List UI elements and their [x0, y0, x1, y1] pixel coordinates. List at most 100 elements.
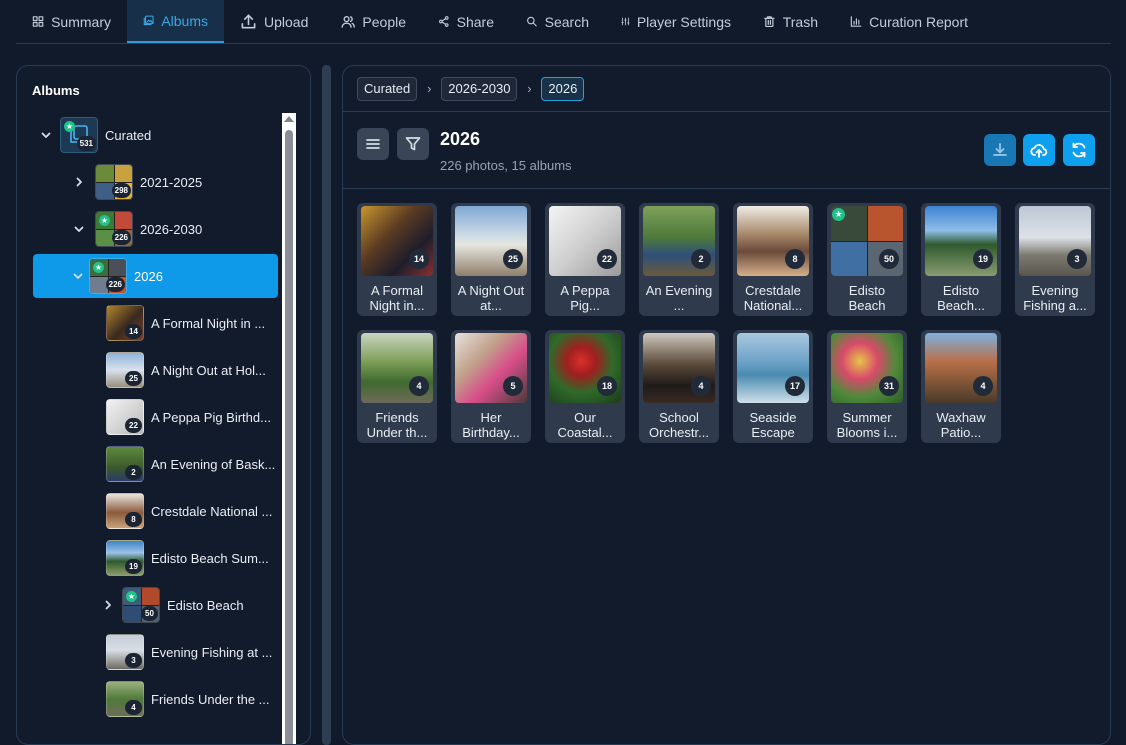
cloud-upload-icon	[1030, 144, 1048, 158]
chevron-right-icon[interactable]	[101, 598, 115, 612]
photo-count-badge: 226	[111, 230, 131, 245]
nav-label: Search	[544, 13, 589, 30]
upload-button[interactable]	[1023, 134, 1055, 166]
panel-resize-handle[interactable]	[322, 65, 331, 745]
album-card[interactable]: 3 Evening Fishing a...	[1015, 203, 1095, 316]
tree-item-2026-2030[interactable]: ★ 226 2026-2030	[72, 207, 279, 251]
chevron-down-icon[interactable]	[72, 222, 86, 236]
album-card-title: Seaside Escape	[749, 410, 797, 440]
album-card-title: Her Birthday...	[462, 410, 520, 440]
tree-item-curated[interactable]: ★ 531 Curated	[39, 113, 279, 157]
album-header: 2026 226 photos, 15 albums	[343, 112, 1110, 189]
album-thumbnail: ★ 226	[95, 211, 133, 247]
download-button[interactable]	[984, 134, 1016, 166]
tree-item-album[interactable]: 19 Edisto Beach Sum...	[106, 536, 279, 580]
bar-chart-icon	[850, 16, 862, 27]
chevron-right-icon: ›	[527, 81, 532, 96]
photo-count-badge: 3	[1067, 249, 1087, 269]
menu-button[interactable]	[357, 128, 389, 160]
tree-item-label: A Formal Night in ...	[151, 315, 266, 331]
chevron-down-icon[interactable]	[71, 269, 85, 283]
tree-item-label: 2021-2025	[140, 174, 203, 190]
breadcrumb-item[interactable]: Curated	[357, 76, 418, 101]
album-card[interactable]: 8 Crestdale National...	[733, 203, 813, 316]
album-card[interactable]: 4 Friends Under th...	[357, 330, 437, 443]
album-content-panel: Curated › 2026-2030 › 2026 2026 226 phot…	[342, 65, 1111, 745]
tree-item-album[interactable]: 14 A Formal Night in ...	[106, 301, 279, 345]
tree-item-edisto-beach[interactable]: ★ 50 Edisto Beach	[101, 583, 279, 627]
tree-item-album[interactable]: 3 Evening Fishing at ...	[106, 630, 279, 674]
breadcrumb-current[interactable]: 2026	[541, 76, 585, 101]
upload-icon	[241, 14, 256, 29]
album-thumbnail: 19	[106, 540, 144, 576]
album-thumbnail: 2	[106, 446, 144, 482]
breadcrumb: Curated › 2026-2030 › 2026	[343, 66, 1110, 112]
tree-scrollbar-thumb[interactable]	[285, 130, 293, 744]
download-icon	[993, 143, 1007, 156]
album-thumbnail: ★ 50	[122, 587, 160, 623]
album-card[interactable]: 2 An Evening ...	[639, 203, 719, 316]
album-thumbnail: 298	[95, 164, 133, 200]
tree-item-album[interactable]: 4 Friends Under the ...	[106, 677, 279, 721]
photo-count-badge: 531	[76, 136, 96, 151]
nav-share[interactable]: Share	[422, 0, 510, 43]
hamburger-icon	[366, 139, 380, 149]
photo-count-badge: 19	[973, 249, 993, 269]
refresh-button[interactable]	[1063, 134, 1095, 166]
search-icon	[527, 16, 537, 27]
scroll-up-arrow-icon[interactable]	[284, 116, 294, 122]
photo-count-badge: 31	[879, 376, 899, 396]
album-card-title: A Night Out at...	[457, 283, 525, 313]
album-card-title: Edisto Beach	[848, 283, 886, 313]
nav-trash[interactable]: Trash	[747, 0, 834, 43]
tree-item-2026[interactable]: ★ 226 2026	[33, 254, 278, 298]
nav-summary[interactable]: Summary	[16, 0, 127, 43]
photo-count-badge: 50	[141, 606, 158, 621]
nav-people[interactable]: People	[325, 0, 422, 43]
photo-count-badge: 14	[409, 249, 429, 269]
album-card[interactable]: ★ 50 Edisto Beach	[827, 203, 907, 316]
people-icon	[341, 16, 355, 28]
tree-item-album[interactable]: 25 A Night Out at Hol...	[106, 348, 279, 392]
album-card[interactable]: 31 Summer Blooms i...	[827, 330, 907, 443]
album-card[interactable]: 4 School Orchestr...	[639, 330, 719, 443]
tree-item-label: Evening Fishing at ...	[151, 644, 273, 660]
album-card-title: Crestdale National...	[743, 283, 803, 313]
album-card[interactable]: 14 A Formal Night in...	[357, 203, 437, 316]
breadcrumb-item[interactable]: 2026-2030	[441, 76, 518, 101]
album-card-title: School Orchestr...	[649, 410, 709, 440]
tree-item-album[interactable]: 8 Crestdale National ...	[106, 489, 279, 533]
tree-item-label: 2026	[134, 268, 163, 284]
dashboard-icon	[32, 16, 44, 27]
nav-search[interactable]: Search	[510, 0, 605, 43]
album-card[interactable]: 22 A Peppa Pig...	[545, 203, 625, 316]
nav-player-settings[interactable]: Player Settings	[605, 0, 747, 43]
filter-button[interactable]	[397, 128, 429, 160]
photo-count-badge: 8	[785, 249, 805, 269]
album-card[interactable]: 5 Her Birthday...	[451, 330, 531, 443]
photo-count-badge: 4	[125, 700, 142, 715]
photo-count-badge: 3	[125, 653, 142, 668]
tree-item-2021-2025[interactable]: 298 2021-2025	[72, 160, 279, 204]
album-card[interactable]: 17 Seaside Escape	[733, 330, 813, 443]
tree-item-album[interactable]: 2 An Evening of Bask...	[106, 442, 279, 486]
album-card[interactable]: 18 Our Coastal...	[545, 330, 625, 443]
nav-curation-report[interactable]: Curation Report	[834, 0, 984, 43]
chevron-right-icon: ›	[427, 81, 432, 96]
tree-item-label: Curated	[105, 127, 152, 143]
album-card[interactable]: 25 A Night Out at...	[451, 203, 531, 316]
tree-item-album[interactable]: 22 A Peppa Pig Birthd...	[106, 395, 279, 439]
chevron-down-icon[interactable]	[39, 128, 53, 142]
photo-count-badge: 19	[125, 559, 142, 574]
star-badge-icon: ★	[93, 262, 104, 273]
album-card[interactable]: 4 Waxhaw Patio...	[921, 330, 1001, 443]
filter-icon	[405, 137, 421, 151]
nav-upload[interactable]: Upload	[224, 0, 325, 43]
chevron-right-icon[interactable]	[72, 175, 86, 189]
photo-count-badge: 2	[691, 249, 711, 269]
album-card[interactable]: 19 Edisto Beach...	[921, 203, 1001, 316]
tree-item-label: An Evening of Bask...	[151, 456, 276, 472]
nav-albums[interactable]: Albums	[127, 0, 224, 43]
photo-count-badge: 18	[597, 376, 617, 396]
album-summary: 226 photos, 15 albums	[440, 158, 572, 173]
